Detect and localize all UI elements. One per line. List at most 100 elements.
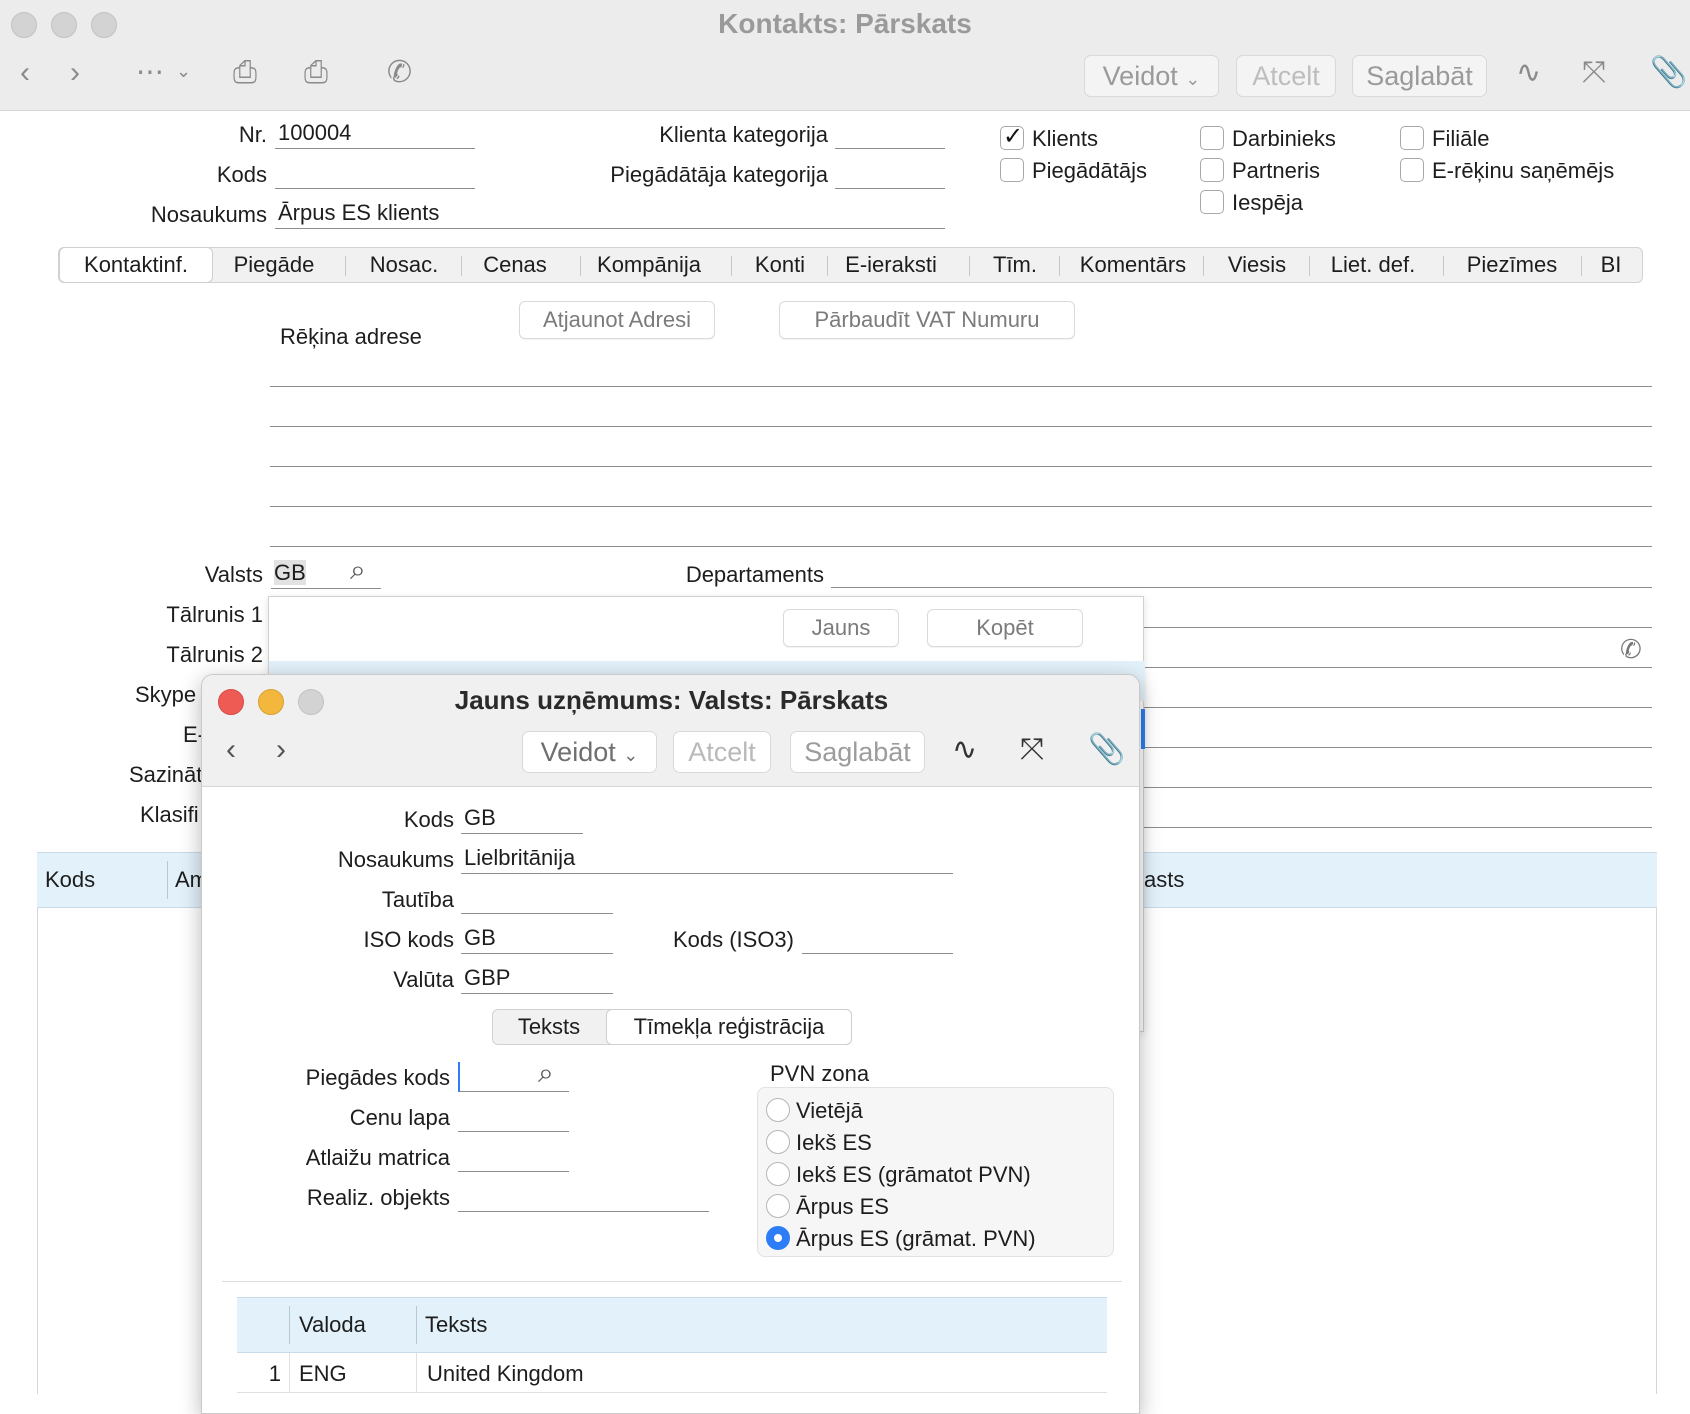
vat-zone-radio-eu[interactable]	[766, 1130, 790, 1154]
supplier-category-field[interactable]	[835, 159, 945, 189]
tab-e-records[interactable]: E-ieraksti	[831, 248, 951, 282]
update-address-button[interactable]: Atjaunot Adresi	[519, 301, 715, 339]
name-field[interactable]: Ārpus ES klients	[275, 199, 945, 229]
client-checkbox[interactable]	[1000, 122, 1024, 151]
dialog-subtab-bar: Teksts Tīmekļa reģistrācija	[492, 1009, 852, 1045]
tab-comment[interactable]: Komentārs	[1063, 248, 1203, 282]
cancel-button[interactable]: Atcelt	[1236, 55, 1336, 97]
sales-object-field[interactable]	[458, 1182, 709, 1212]
vat-zone-radio-non-eu-post-vat[interactable]	[766, 1226, 790, 1250]
tab-web[interactable]: Tīm.	[973, 248, 1057, 282]
subtab-web-registration[interactable]: Tīmekļa reģistrācija	[606, 1009, 852, 1045]
price-list-field[interactable]	[458, 1102, 569, 1132]
check-vat-button[interactable]: Pārbaudīt VAT Numuru	[779, 301, 1075, 339]
tab-delivery[interactable]: Piegāde	[219, 248, 329, 282]
fullscreen-icon[interactable]: ⤧	[1020, 735, 1044, 765]
attachment-icon[interactable]: 📎	[1650, 58, 1687, 88]
address-line-2[interactable]	[270, 426, 1652, 427]
tab-terms[interactable]: Nosac.	[349, 248, 459, 282]
row-number: 1	[268, 1361, 281, 1386]
supplier-checkbox[interactable]	[1000, 158, 1024, 182]
create-button[interactable]: Veidot ⌄	[1084, 55, 1219, 97]
phone2-label: Tālrunis 2	[166, 642, 263, 667]
contact-via-field[interactable]	[1140, 787, 1652, 788]
tab-contact-info[interactable]: Kontaktinf.	[59, 247, 213, 283]
print-icon[interactable]: ⎙	[233, 58, 257, 88]
table-col-last[interactable]: asts	[1144, 867, 1184, 893]
main-tab-bar: Kontaktinf. Piegāde Nosac. Cenas Kompāni…	[58, 247, 1643, 283]
forward-icon[interactable]: ›	[70, 58, 80, 88]
print-preview-icon[interactable]: ⎙	[304, 58, 328, 88]
einvoice-recipient-checkbox-label: E-rēķinu saņēmējs	[1432, 158, 1615, 183]
back-icon[interactable]: ‹	[226, 735, 236, 765]
activity-icon[interactable]: ∿	[952, 735, 977, 765]
currency-field[interactable]: GBP	[461, 964, 613, 994]
classification-field[interactable]	[1140, 827, 1652, 828]
activity-icon[interactable]: ∿	[1516, 58, 1541, 88]
dialog-create-button[interactable]: Veidot ⌄	[522, 731, 657, 773]
back-icon[interactable]: ‹	[20, 58, 30, 88]
iso-code-label: ISO kods	[363, 927, 454, 952]
partner-checkbox[interactable]	[1200, 158, 1224, 182]
dialog-save-button[interactable]: Saglabāt	[790, 731, 925, 773]
dialog-title: Jauns uzņēmums: Valsts: Pārskats	[454, 685, 889, 715]
dialog-name-field[interactable]: Lielbritānija	[461, 844, 953, 874]
chevron-down-icon[interactable]: ⌄	[176, 62, 191, 80]
tab-bi[interactable]: BI	[1585, 248, 1637, 282]
code-field[interactable]	[275, 159, 475, 189]
attachment-icon[interactable]: 📎	[1088, 735, 1125, 765]
subtab-text[interactable]: Teksts	[493, 1010, 605, 1044]
iso3-field[interactable]	[802, 924, 953, 954]
row-text[interactable]: United Kingdom	[427, 1361, 584, 1387]
new-button[interactable]: Jauns	[783, 609, 899, 647]
forward-icon[interactable]: ›	[276, 735, 286, 765]
row-language[interactable]: ENG	[299, 1361, 347, 1387]
vat-zone-radio-non-eu[interactable]	[766, 1194, 790, 1218]
department-label: Departaments	[685, 562, 824, 587]
address-line-3[interactable]	[270, 466, 1652, 467]
branch-checkbox[interactable]	[1400, 126, 1424, 150]
iso-code-field[interactable]: GB	[461, 924, 613, 954]
currency-label: Valūta	[393, 967, 454, 992]
phone-icon[interactable]: ✆	[1620, 636, 1642, 662]
tab-accounts[interactable]: Konti	[735, 248, 825, 282]
phone1-field[interactable]	[1140, 627, 1652, 628]
nr-field[interactable]: 100004	[275, 119, 475, 149]
dialog-cancel-button[interactable]: Atcelt	[673, 731, 771, 773]
phone2-field[interactable]	[1140, 667, 1652, 668]
tab-company[interactable]: Kompānija	[584, 248, 714, 282]
vat-zone-radio-eu-post-vat[interactable]	[766, 1162, 790, 1186]
save-button[interactable]: Saglabāt	[1352, 55, 1487, 97]
table-row[interactable]: 1 ENG United Kingdom	[237, 1353, 1107, 1393]
employee-checkbox[interactable]	[1200, 126, 1224, 150]
department-field[interactable]	[831, 587, 1652, 588]
vat-zone-group: Vietējā Iekš ES Iekš ES (grāmatot PVN) Ā…	[757, 1087, 1114, 1257]
copy-button[interactable]: Kopēt	[927, 609, 1083, 647]
opportunity-checkbox[interactable]	[1200, 190, 1224, 214]
einvoice-recipient-checkbox[interactable]	[1400, 158, 1424, 182]
vat-zone-radio-local[interactable]	[766, 1098, 790, 1122]
phone-icon[interactable]: ✆	[387, 58, 412, 88]
search-icon[interactable]: ⌕	[350, 556, 366, 584]
fullscreen-icon[interactable]: ⤧	[1582, 58, 1606, 88]
client-category-field[interactable]	[835, 119, 945, 149]
address-line-1[interactable]	[270, 386, 1652, 387]
delivery-code-label: Piegādes kods	[305, 1065, 450, 1090]
tab-guest[interactable]: Viesis	[1207, 248, 1307, 282]
nationality-field[interactable]	[461, 884, 613, 914]
discount-matrix-field[interactable]	[458, 1142, 569, 1172]
tab-prices[interactable]: Cenas	[465, 248, 565, 282]
tab-notes[interactable]: Piezīmes	[1447, 248, 1577, 282]
text-table-col-text[interactable]: Teksts	[425, 1312, 487, 1338]
search-icon[interactable]: ⌕	[538, 1059, 554, 1087]
address-line-5[interactable]	[270, 546, 1652, 547]
email-field[interactable]	[1140, 747, 1652, 748]
skype-label: Skype	[135, 682, 197, 707]
text-table-col-language[interactable]: Valoda	[299, 1312, 366, 1338]
tab-user-defined[interactable]: Liet. def.	[1313, 248, 1433, 282]
table-col-code[interactable]: Kods	[45, 867, 95, 893]
dialog-code-field[interactable]: GB	[461, 804, 583, 834]
address-line-4[interactable]	[270, 506, 1652, 507]
skype-field[interactable]	[1140, 707, 1652, 708]
more-actions-icon[interactable]: ⋯	[136, 58, 164, 86]
